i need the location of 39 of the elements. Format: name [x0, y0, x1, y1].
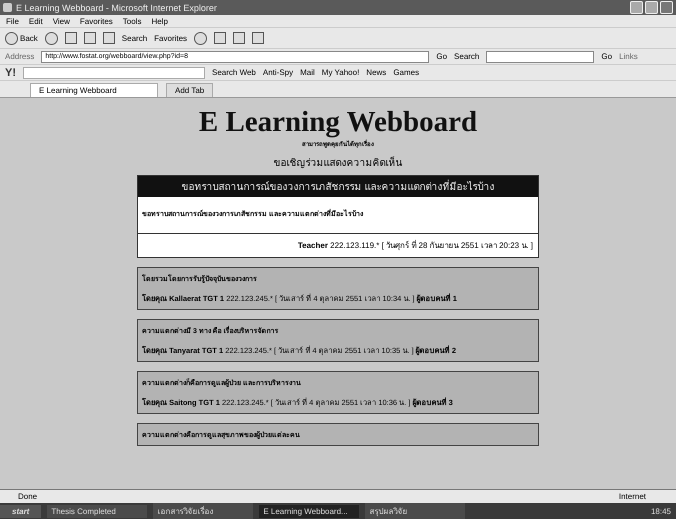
taskbar-item[interactable]: E Learning Webboard... — [259, 504, 360, 518]
start-button[interactable]: start — [0, 504, 42, 518]
topic-title: ขอทราบสถานการณ์ของวงการเภสัชกรรม และความแตกต่างที่มีอะไรบ้าง — [138, 176, 538, 197]
go-button[interactable]: Go — [436, 52, 448, 61]
menu-item[interactable]: Edit — [28, 16, 43, 26]
menu-item[interactable]: Favorites — [80, 16, 113, 26]
site-title: E Learning Webboard — [198, 106, 478, 139]
clock: 18:45 — [650, 506, 672, 516]
menu-item[interactable]: Tools — [122, 16, 142, 26]
menu-item[interactable]: File — [6, 16, 19, 26]
toolbar-item[interactable]: Anti-Spy — [262, 68, 294, 77]
menu-item[interactable]: Help — [151, 16, 168, 26]
favorites-button[interactable]: Favorites — [154, 34, 188, 42]
toolbar-item[interactable]: Games — [393, 68, 420, 77]
search-button[interactable]: Search — [454, 52, 480, 61]
search-button[interactable]: Search — [122, 34, 148, 42]
window-title: E Learning Webboard - Microsoft Internet Explorer — [16, 2, 217, 12]
toolbar-item[interactable]: Search Web — [212, 68, 256, 77]
browser-tab[interactable]: Add Tab — [166, 83, 214, 97]
close-button[interactable] — [660, 1, 673, 14]
toolbar-item[interactable]: My Yahoo! — [322, 68, 360, 77]
toolbar-item[interactable]: Mail — [300, 68, 315, 77]
status-text: Done — [18, 492, 38, 501]
taskbar-item[interactable]: เอกสารวิจัยเรื่อง — [153, 502, 254, 519]
back-button[interactable]: Back — [5, 32, 38, 44]
go-button[interactable]: Go — [601, 52, 612, 61]
search-field[interactable] — [23, 66, 205, 78]
toolbar-item[interactable]: News — [366, 68, 386, 77]
browser-tab[interactable]: E Learning Webboard — [30, 83, 158, 97]
links-label: Links — [619, 52, 638, 61]
topic-author: Teacher 222.123.119.* [ วันศุกร์ ที่ 28 กันยายน 2551 เวลา 20:23 น. ] — [298, 241, 533, 250]
taskbar-item[interactable]: Thesis Completed — [47, 504, 148, 518]
taskbar-item[interactable]: สรุปผลวิจัย — [365, 502, 466, 519]
address-label: Address — [5, 52, 34, 61]
yahoo-logo[interactable]: Y! — [5, 66, 16, 78]
zone-text: Internet — [618, 492, 646, 501]
menu-item[interactable]: View — [52, 16, 70, 26]
invite-text: ขอเชิญร่วมแสดงความคิดเห็น — [272, 155, 404, 170]
search-field[interactable] — [486, 50, 594, 62]
